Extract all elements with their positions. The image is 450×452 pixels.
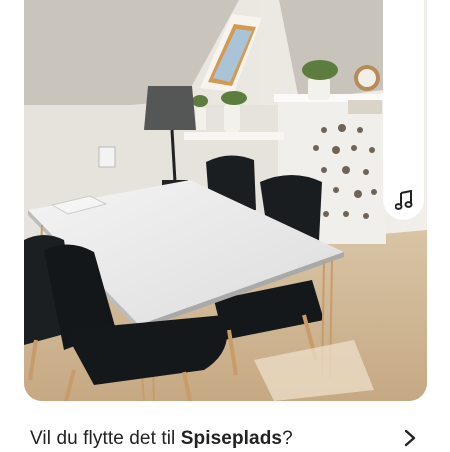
music-note-icon	[394, 190, 413, 210]
suggestion-suffix: ?	[282, 428, 293, 449]
chevron-right-icon[interactable]	[403, 429, 417, 452]
room-photo[interactable]	[24, 0, 427, 401]
suggestion-prefix: Vil du flytte det til	[30, 428, 181, 449]
music-note-button[interactable]	[383, 0, 424, 220]
suggestion-room: Spiseplads	[180, 428, 283, 449]
suggestion-text: Vil du flytte det til Spiseplads?	[30, 428, 293, 450]
move-to-room-suggestion[interactable]: Vil du flytte det til Spiseplads?	[0, 418, 450, 450]
